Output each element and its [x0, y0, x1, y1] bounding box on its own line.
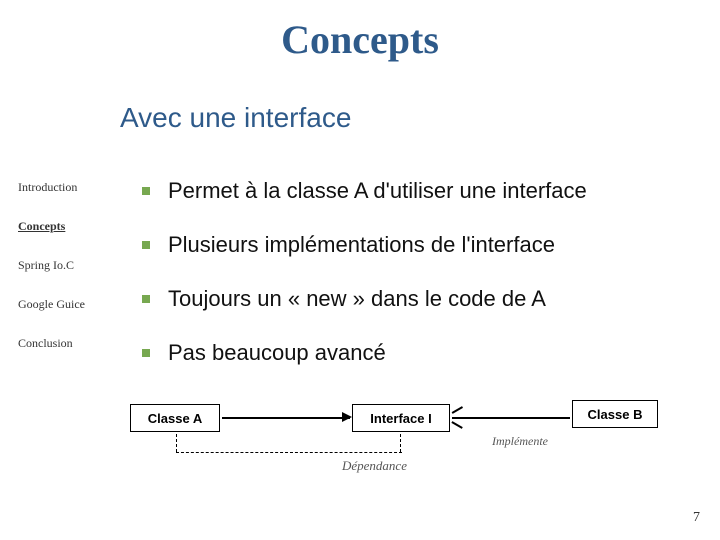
uml-diagram: Classe A Interface I Classe B Implémente…	[120, 400, 680, 480]
sidebar-item-concepts: Concepts	[18, 219, 118, 234]
arrow-open-icon	[452, 410, 464, 424]
sidebar: Introduction Concepts Spring Io.C Google…	[18, 180, 118, 375]
diagram-line	[222, 417, 350, 419]
sidebar-item-conclusion: Conclusion	[18, 336, 118, 351]
diagram-box-interface-i: Interface I	[352, 404, 450, 432]
diagram-box-classe-a: Classe A	[130, 404, 220, 432]
page-number: 7	[693, 510, 700, 526]
bullet-item: Pas beaucoup avancé	[142, 340, 682, 366]
diagram-label-implements: Implémente	[492, 434, 548, 449]
bullet-text: Plusieurs implémentations de l'interface	[168, 232, 555, 258]
content-area: Permet à la classe A d'utiliser une inte…	[142, 178, 682, 394]
slide: Concepts Avec une interface Introduction…	[0, 0, 720, 540]
diagram-line	[452, 417, 570, 419]
sidebar-item-introduction: Introduction	[18, 180, 118, 195]
diagram-dash	[400, 434, 402, 452]
diagram-dash	[176, 452, 402, 453]
bullet-item: Permet à la classe A d'utiliser une inte…	[142, 178, 682, 204]
diagram-box-classe-b: Classe B	[572, 400, 658, 428]
sidebar-item-google-guice: Google Guice	[18, 297, 118, 312]
bullet-item: Toujours un « new » dans le code de A	[142, 286, 682, 312]
bullet-text: Pas beaucoup avancé	[168, 340, 386, 366]
bullet-text: Toujours un « new » dans le code de A	[168, 286, 546, 312]
bullet-icon	[142, 349, 150, 357]
bullet-icon	[142, 295, 150, 303]
diagram-dash	[176, 434, 178, 452]
arrow-icon	[342, 412, 352, 422]
slide-title: Concepts	[0, 0, 720, 63]
bullet-text: Permet à la classe A d'utiliser une inte…	[168, 178, 587, 204]
sidebar-item-spring-ioc: Spring Io.C	[18, 258, 118, 273]
bullet-item: Plusieurs implémentations de l'interface	[142, 232, 682, 258]
diagram-label-dependency: Dépendance	[342, 458, 407, 474]
bullet-icon	[142, 241, 150, 249]
slide-subtitle: Avec une interface	[120, 102, 351, 134]
bullet-icon	[142, 187, 150, 195]
